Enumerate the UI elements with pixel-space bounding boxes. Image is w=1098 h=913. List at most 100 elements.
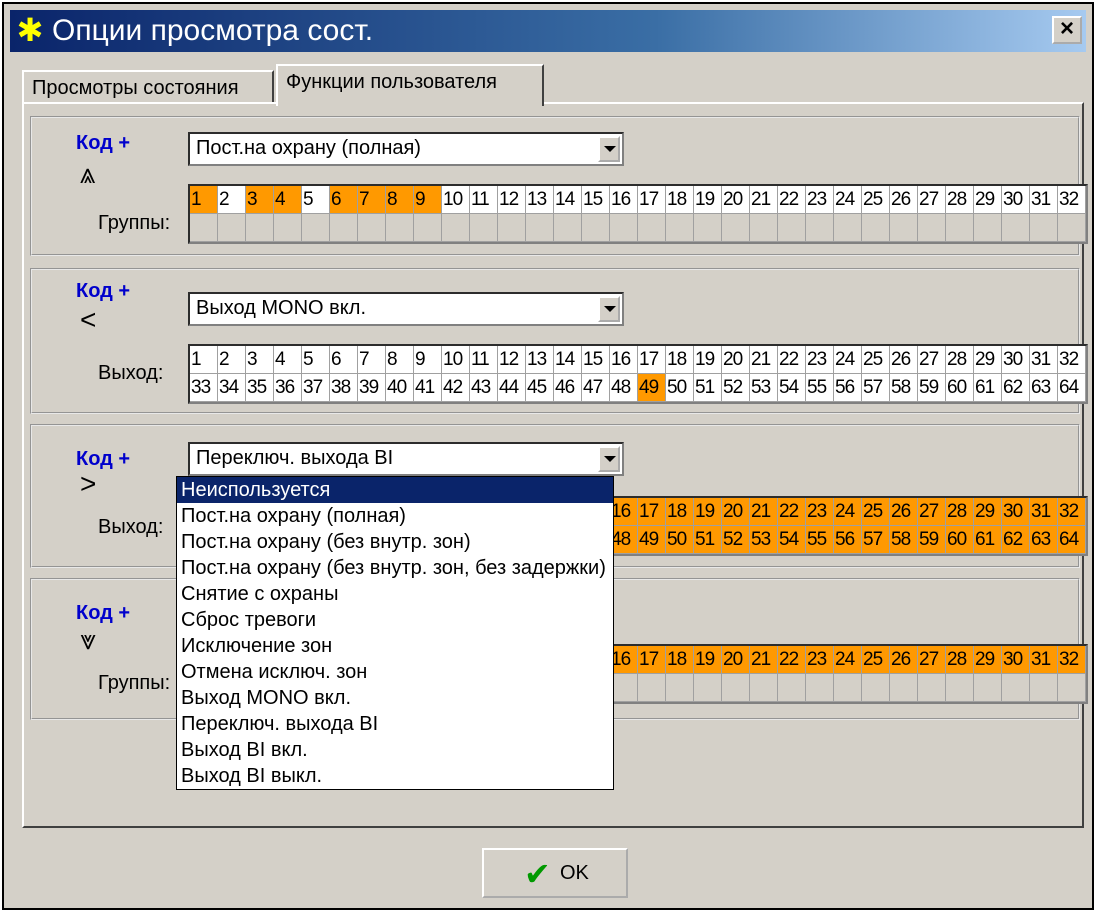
grid-cell[interactable]: 29 (974, 346, 1002, 374)
grid-cell[interactable]: 18 (666, 646, 694, 674)
grid-cell[interactable]: 51 (694, 374, 722, 402)
grid-cell[interactable]: 64 (1058, 374, 1086, 402)
grid-cell[interactable]: 16 (610, 646, 638, 674)
grid-cell[interactable]: 17 (638, 186, 666, 214)
grid-cell[interactable]: 8 (386, 186, 414, 214)
ok-button[interactable]: ✔ OK (482, 848, 628, 898)
grid-cell[interactable]: 51 (694, 526, 722, 554)
dropdown-option[interactable]: Переключ. выхода BI (177, 711, 613, 737)
grid-cell[interactable]: 18 (666, 346, 694, 374)
grid-cell[interactable]: 5 (302, 186, 330, 214)
grid-cell[interactable]: 21 (750, 646, 778, 674)
grid-cell[interactable]: 30 (1002, 186, 1030, 214)
grid-cell[interactable]: 63 (1030, 374, 1058, 402)
grid-cell[interactable]: 60 (946, 374, 974, 402)
dropdown-option[interactable]: Отмена исключ. зон (177, 659, 613, 685)
grid-cell[interactable]: 50 (666, 526, 694, 554)
grid-cell[interactable]: 25 (862, 498, 890, 526)
grid-cell[interactable]: 20 (722, 346, 750, 374)
grid-cell[interactable]: 20 (722, 646, 750, 674)
grid-cell[interactable]: 23 (806, 498, 834, 526)
tab-status-views[interactable]: Просмотры состояния (22, 70, 274, 102)
grid-cell[interactable]: 58 (890, 374, 918, 402)
grid-cell[interactable]: 25 (862, 186, 890, 214)
grid-cell[interactable]: 8 (386, 346, 414, 374)
grid-cell[interactable]: 22 (778, 186, 806, 214)
grid-cell[interactable]: 18 (666, 498, 694, 526)
grid-cell[interactable]: 37 (302, 374, 330, 402)
grid-cell[interactable]: 16 (610, 498, 638, 526)
dropdown-option[interactable]: Сброс тревоги (177, 607, 613, 633)
grid-cell[interactable]: 42 (442, 374, 470, 402)
grid-cell[interactable]: 2 (218, 186, 246, 214)
grid-cell[interactable]: 43 (470, 374, 498, 402)
grid-cell[interactable]: 55 (806, 526, 834, 554)
grid-cell[interactable]: 36 (274, 374, 302, 402)
grid-cell[interactable]: 28 (946, 646, 974, 674)
grid-cell[interactable]: 16 (610, 346, 638, 374)
grid-cell[interactable]: 29 (974, 186, 1002, 214)
grid-cell[interactable]: 46 (554, 374, 582, 402)
grid-cell[interactable]: 39 (358, 374, 386, 402)
grid-cell[interactable]: 49 (638, 526, 666, 554)
grid-cell[interactable]: 38 (330, 374, 358, 402)
grid-cell[interactable]: 19 (694, 646, 722, 674)
grid-cell[interactable]: 3 (246, 186, 274, 214)
grid-cell[interactable]: 27 (918, 646, 946, 674)
grid-cell[interactable]: 62 (1002, 526, 1030, 554)
grid-cell[interactable]: 9 (414, 186, 442, 214)
function-select-1[interactable]: Пост.на охрану (полная) (188, 132, 624, 166)
grid-cell[interactable]: 22 (778, 346, 806, 374)
close-button[interactable]: × (1052, 16, 1082, 44)
grid-cell[interactable]: 61 (974, 374, 1002, 402)
grid-cell[interactable]: 58 (890, 526, 918, 554)
grid-cell[interactable]: 20 (722, 186, 750, 214)
grid-cell[interactable]: 52 (722, 374, 750, 402)
grid-cell[interactable]: 35 (246, 374, 274, 402)
dropdown-option[interactable]: Выход BI выкл. (177, 763, 613, 789)
grid-cell[interactable]: 3 (246, 346, 274, 374)
grid-cell[interactable]: 60 (946, 526, 974, 554)
grid-cell[interactable]: 10 (442, 346, 470, 374)
grid-cell[interactable]: 27 (918, 186, 946, 214)
grid-cell[interactable]: 6 (330, 186, 358, 214)
grid-cell[interactable]: 23 (806, 346, 834, 374)
grid-cell[interactable]: 30 (1002, 346, 1030, 374)
grid-cell[interactable]: 61 (974, 526, 1002, 554)
grid-cell[interactable]: 15 (582, 186, 610, 214)
grid-cell[interactable]: 28 (946, 186, 974, 214)
grid-cell[interactable]: 19 (694, 186, 722, 214)
grid-cell[interactable]: 19 (694, 346, 722, 374)
grid-cell[interactable]: 31 (1030, 498, 1058, 526)
grid-cell[interactable]: 4 (274, 186, 302, 214)
grid-cell[interactable]: 33 (190, 374, 218, 402)
grid-cell[interactable]: 10 (442, 186, 470, 214)
function-dropdown-list[interactable]: Неиспользуется Пост.на охрану (полная) П… (176, 476, 614, 790)
dropdown-option[interactable]: Снятие с охраны (177, 581, 613, 607)
grid-cell[interactable]: 24 (834, 646, 862, 674)
grid-cell[interactable]: 26 (890, 646, 918, 674)
grid-cell[interactable]: 5 (302, 346, 330, 374)
grid-cell[interactable]: 56 (834, 526, 862, 554)
grid-cell[interactable]: 12 (498, 346, 526, 374)
grid-cell[interactable]: 50 (666, 374, 694, 402)
grid-cell[interactable]: 23 (806, 186, 834, 214)
grid-cell[interactable]: 32 (1058, 186, 1086, 214)
dropdown-option[interactable]: Неиспользуется (177, 477, 613, 503)
grid-cell[interactable]: 1 (190, 186, 218, 214)
grid-cell[interactable]: 27 (918, 498, 946, 526)
grid-cell[interactable]: 30 (1002, 498, 1030, 526)
grid-cell[interactable]: 48 (610, 526, 638, 554)
function-select-3[interactable]: Переключ. выхода BI (188, 442, 624, 476)
grid-cell[interactable]: 24 (834, 186, 862, 214)
grid-cell[interactable]: 13 (526, 186, 554, 214)
grid-cell[interactable]: 57 (862, 526, 890, 554)
grid-cell[interactable]: 23 (806, 646, 834, 674)
grid-cell[interactable]: 32 (1058, 498, 1086, 526)
grid-cell[interactable]: 57 (862, 374, 890, 402)
grid-cell[interactable]: 47 (582, 374, 610, 402)
dropdown-option[interactable]: Исключение зон (177, 633, 613, 659)
grid-cell[interactable]: 64 (1058, 526, 1086, 554)
grid-cell[interactable]: 31 (1030, 346, 1058, 374)
grid-cell[interactable]: 25 (862, 346, 890, 374)
